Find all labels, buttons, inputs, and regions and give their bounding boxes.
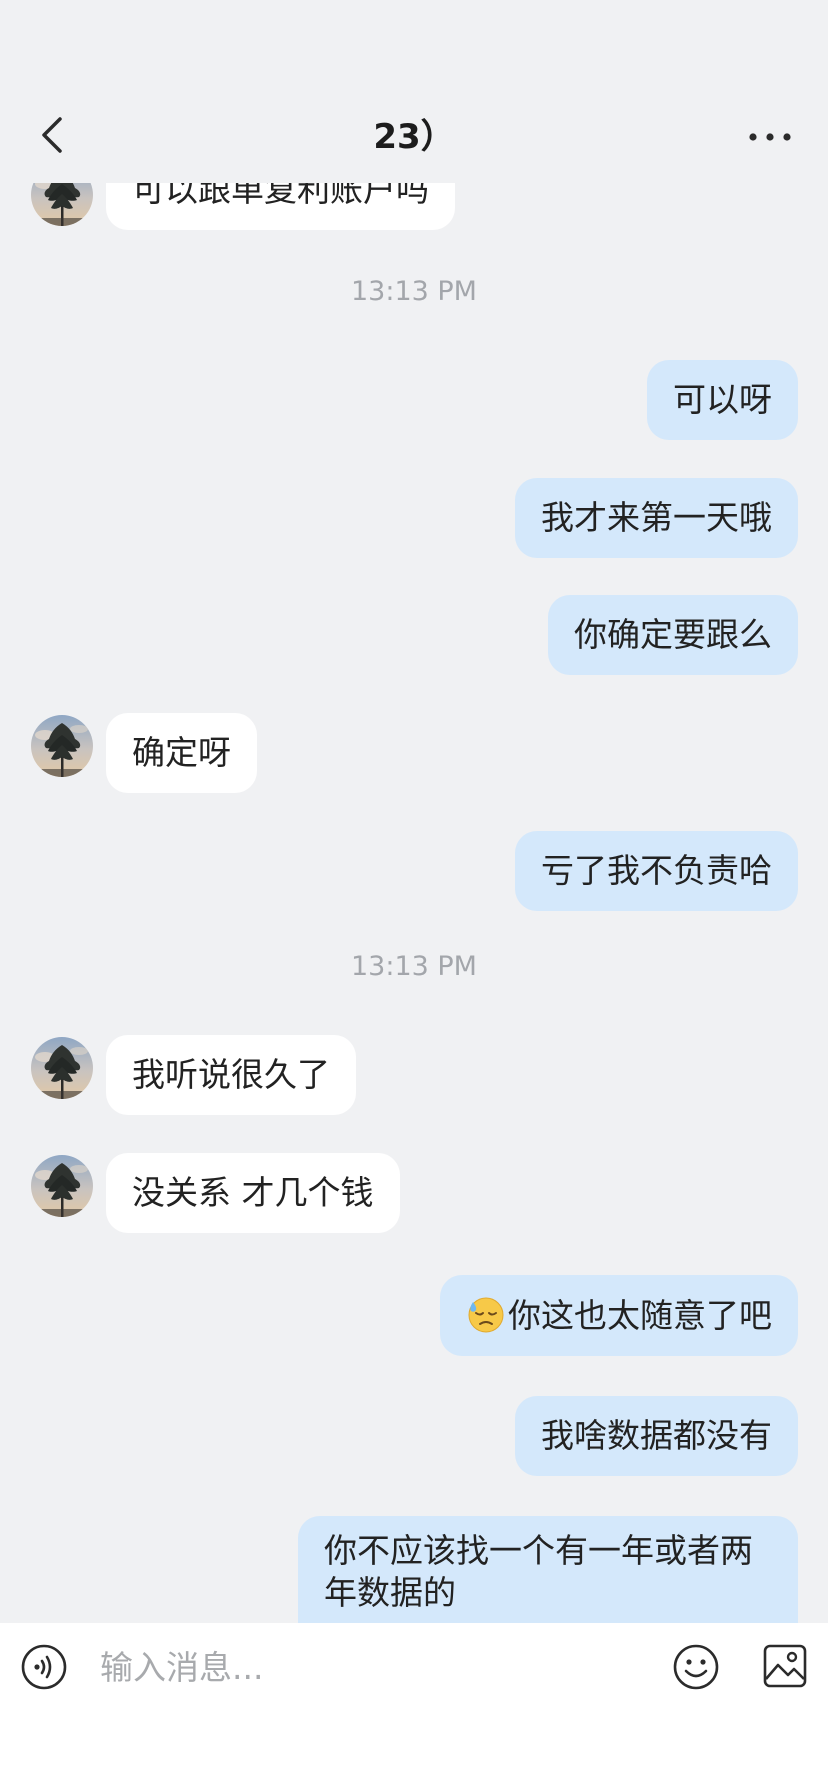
message-bubble[interactable]: 你不应该找一个有一年或者两 年数据的 (298, 1516, 798, 1623)
message-input[interactable] (98, 1641, 638, 1693)
message-bubble[interactable]: 你这也太随意了吧 (440, 1275, 798, 1356)
image-icon (763, 1644, 807, 1688)
timestamp: 13:13 PM (351, 951, 477, 982)
message-bubble[interactable]: 可以跟单复利账户吗 (106, 183, 455, 230)
message-input-bar (0, 1623, 828, 1792)
image-button[interactable] (762, 1643, 808, 1689)
downcast-sweat-emoji-icon (468, 1297, 504, 1333)
chat-screen: 23） 可以跟单复利账户吗 13:13 PM 可以呀 我才来第一天哦 你确定要跟… (0, 0, 828, 1792)
message-bubble[interactable]: 我听说很久了 (106, 1035, 356, 1115)
message-bubble[interactable]: 亏了我不负责哈 (515, 831, 798, 911)
message-list[interactable]: 可以跟单复利账户吗 13:13 PM 可以呀 我才来第一天哦 你确定要跟么 确定… (0, 183, 828, 1623)
chat-header: 23） (0, 0, 828, 183)
contact-avatar[interactable] (31, 183, 93, 226)
emoji-button[interactable] (672, 1643, 720, 1691)
message-bubble[interactable]: 可以呀 (647, 360, 798, 440)
message-line: 年数据的 (324, 1573, 456, 1612)
contact-avatar[interactable] (31, 715, 93, 777)
chat-title: 23） (373, 117, 455, 157)
message-line: 你不应该找一个有一年或者两 (324, 1531, 753, 1570)
message-bubble[interactable]: 我才来第一天哦 (515, 478, 798, 558)
more-button[interactable] (740, 115, 800, 159)
contact-avatar[interactable] (31, 1037, 93, 1099)
smiley-icon (673, 1644, 719, 1690)
timestamp: 13:13 PM (351, 276, 477, 307)
message-bubble[interactable]: 我啥数据都没有 (515, 1396, 798, 1476)
contact-avatar[interactable] (31, 1155, 93, 1217)
voice-button[interactable] (20, 1643, 68, 1691)
message-text: 你这也太随意了吧 (508, 1296, 772, 1335)
voice-icon (21, 1644, 67, 1690)
more-dots-icon (749, 133, 791, 141)
message-bubble[interactable]: 你确定要跟么 (548, 595, 798, 675)
message-bubble[interactable]: 没关系 才几个钱 (106, 1153, 400, 1233)
message-bubble[interactable]: 确定呀 (106, 713, 257, 793)
